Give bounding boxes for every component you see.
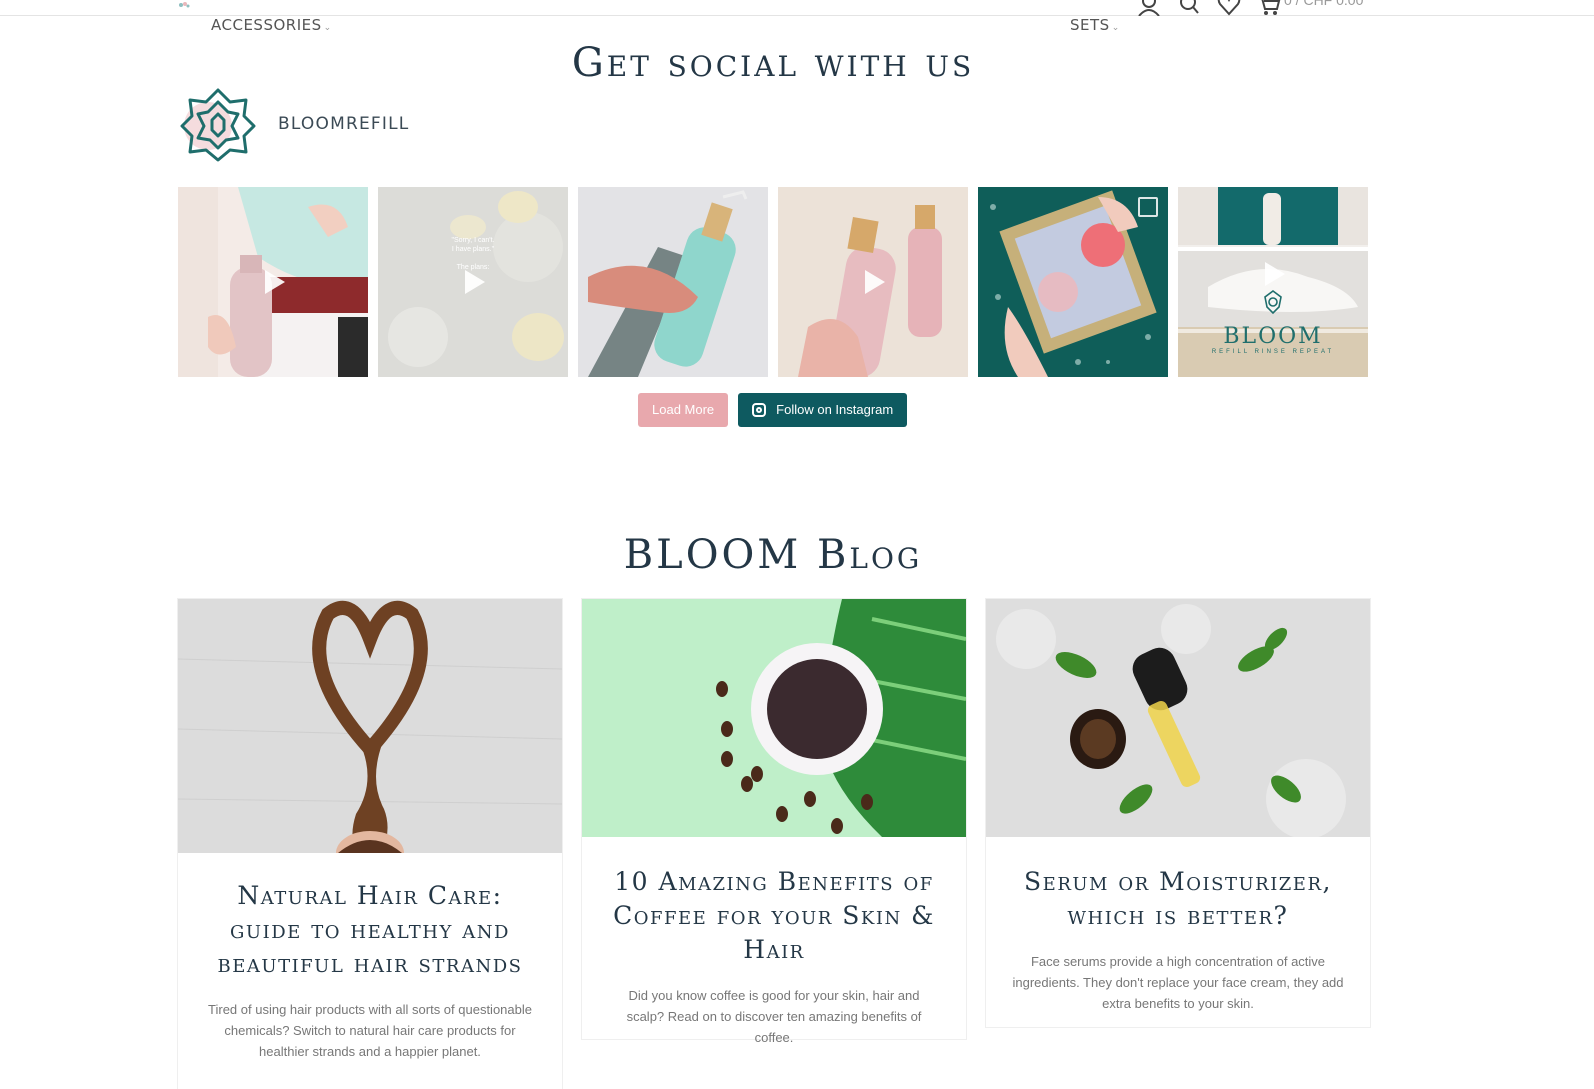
search-icon[interactable] [1176,0,1202,16]
nav-sets[interactable]: SETS ⌄ [1070,16,1120,34]
bloom-flower-logo-icon [180,88,256,162]
post-tagline: REFILL RINSE REPEAT [1212,349,1334,355]
instagram-profile[interactable]: BLOOMREFILL [178,84,409,164]
user-icon[interactable] [1136,0,1162,16]
blog-section-title: BLOOM Blog [623,532,923,578]
blog-post-excerpt: Tired of using hair products with all so… [208,1002,532,1059]
post-image [578,187,768,377]
instagram-post[interactable]: BLOOM REFILL RINSE REPEAT [1178,187,1368,377]
post-logo-text: BLOOM [1223,324,1322,349]
blog-post-title[interactable]: Natural Hair Care: guide to healthy and … [178,879,562,981]
header-actions: 0 / CHF 0.00 [1136,0,1363,16]
play-icon [1265,262,1285,286]
blog-post-excerpt: Face serums provide a high concentration… [1012,954,1344,1011]
play-icon [465,270,485,294]
cart-icon [1261,0,1281,15]
blog-card[interactable]: Serum or Moisturizer, which is better? F… [986,599,1370,1027]
chevron-down-icon: ⌄ [1111,23,1120,33]
follow-instagram-button[interactable]: Follow on Instagram [738,393,908,427]
blog-card[interactable]: 10 Amazing Benefits of Coffee for your S… [582,599,966,1045]
blog-post-excerpt: Did you know coffee is good for your ski… [626,988,922,1045]
logo-icon[interactable] [176,0,192,10]
blog-card-image [582,599,966,837]
blog-card-image [178,599,562,853]
svg-text:"Sorry, I can't.: "Sorry, I can't. [452,237,495,244]
play-icon [265,270,285,294]
instagram-post[interactable]: "Sorry, I can't. I have plans." The plan… [378,187,568,377]
blog-post-title[interactable]: Serum or Moisturizer, which is better? [986,865,1370,933]
cart-total: 0 / CHF 0.00 [1284,0,1364,8]
follow-instagram-label: Follow on Instagram [776,402,894,417]
svg-text:I have plans.": I have plans." [452,246,495,253]
heart-icon[interactable] [1216,0,1242,16]
social-section-title: Get social with us [571,40,975,86]
play-icon [865,270,885,294]
cart-button[interactable]: 0 / CHF 0.00 [1256,0,1363,16]
instagram-icon [752,403,767,417]
instagram-handle: BLOOMREFILL [278,114,410,134]
instagram-post[interactable] [578,187,768,377]
blog-card-image [986,599,1370,837]
chevron-down-icon: ⌄ [323,23,332,33]
gallery-icon [1138,197,1158,217]
blog-card[interactable]: Natural Hair Care: guide to healthy and … [178,599,562,1089]
instagram-post[interactable] [178,187,368,377]
nav-sets-label: SETS [1070,16,1110,34]
instagram-post[interactable] [778,187,968,377]
instagram-post[interactable] [978,187,1168,377]
nav-accessories[interactable]: ACCESSORIES ⌄ [211,16,332,34]
instagram-feed: "Sorry, I can't. I have plans." The plan… [178,187,1368,377]
nav-accessories-label: ACCESSORIES [211,16,322,34]
instagram-actions: Load More Follow on Instagram [638,393,908,427]
load-more-button[interactable]: Load More [638,393,729,427]
blog-post-title[interactable]: 10 Amazing Benefits of Coffee for your S… [582,865,966,967]
